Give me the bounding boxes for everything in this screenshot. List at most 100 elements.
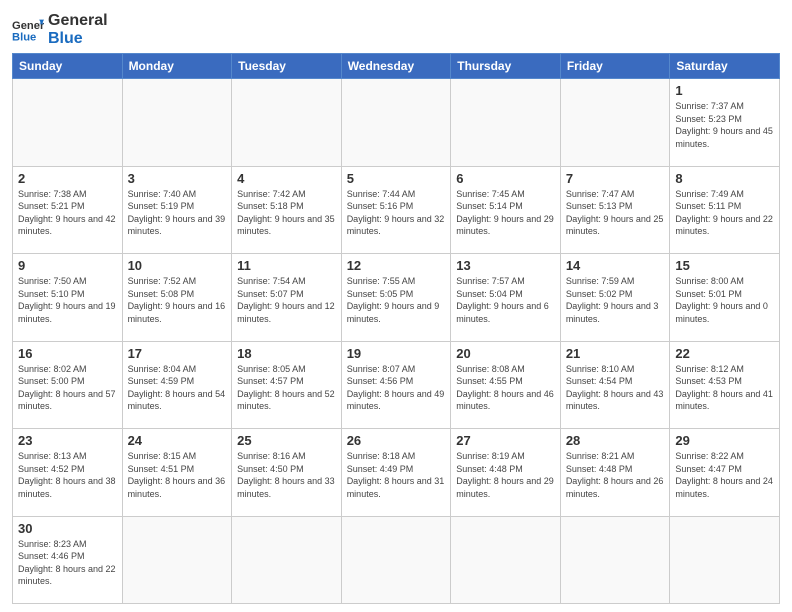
calendar-cell: 27 Sunrise: 8:19 AM Sunset: 4:48 PM Dayli…	[451, 429, 561, 516]
calendar-cell: 9 Sunrise: 7:50 AM Sunset: 5:10 PM Daylig…	[13, 254, 123, 341]
day-info: Sunrise: 7:50 AM Sunset: 5:10 PM Dayligh…	[18, 275, 117, 325]
day-info: Sunrise: 8:19 AM Sunset: 4:48 PM Dayligh…	[456, 450, 555, 500]
calendar-cell: 7 Sunrise: 7:47 AM Sunset: 5:13 PM Daylig…	[560, 166, 670, 253]
day-info: Sunrise: 8:12 AM Sunset: 4:53 PM Dayligh…	[675, 363, 774, 413]
day-info: Sunrise: 8:15 AM Sunset: 4:51 PM Dayligh…	[128, 450, 227, 500]
day-info: Sunrise: 8:18 AM Sunset: 4:49 PM Dayligh…	[347, 450, 446, 500]
day-number: 20	[456, 346, 555, 361]
day-info: Sunrise: 8:16 AM Sunset: 4:50 PM Dayligh…	[237, 450, 336, 500]
day-info: Sunrise: 8:13 AM Sunset: 4:52 PM Dayligh…	[18, 450, 117, 500]
svg-text:General: General	[12, 20, 44, 32]
day-number: 1	[675, 83, 774, 98]
calendar-cell: 16Sunrise: 8:02 AM Sunset: 5:00 PM Dayli…	[13, 341, 123, 428]
weekday-header-row: SundayMondayTuesdayWednesdayThursdayFrid…	[13, 54, 780, 79]
day-info: Sunrise: 7:45 AM Sunset: 5:14 PM Dayligh…	[456, 188, 555, 238]
calendar-cell	[451, 516, 561, 603]
day-number: 17	[128, 346, 227, 361]
day-info: Sunrise: 8:07 AM Sunset: 4:56 PM Dayligh…	[347, 363, 446, 413]
day-info: Sunrise: 7:49 AM Sunset: 5:11 PM Dayligh…	[675, 188, 774, 238]
calendar-cell: 12 Sunrise: 7:55 AM Sunset: 5:05 PM Dayli…	[341, 254, 451, 341]
calendar-cell: 21 Sunrise: 8:10 AM Sunset: 4:54 PM Dayli…	[560, 341, 670, 428]
weekday-header-friday: Friday	[560, 54, 670, 79]
day-number: 10	[128, 258, 227, 273]
calendar-cell: 17 Sunrise: 8:04 AM Sunset: 4:59 PM Dayli…	[122, 341, 232, 428]
day-number: 8	[675, 171, 774, 186]
day-number: 2	[18, 171, 117, 186]
logo: General Blue General Blue	[12, 12, 108, 47]
calendar-cell: 26Sunrise: 8:18 AM Sunset: 4:49 PM Dayli…	[341, 429, 451, 516]
day-number: 15	[675, 258, 774, 273]
calendar-cell: 29Sunrise: 8:22 AM Sunset: 4:47 PM Dayli…	[670, 429, 780, 516]
calendar-cell: 19Sunrise: 8:07 AM Sunset: 4:56 PM Dayli…	[341, 341, 451, 428]
day-number: 7	[566, 171, 665, 186]
calendar-table: SundayMondayTuesdayWednesdayThursdayFrid…	[12, 53, 780, 604]
calendar-cell: 8 Sunrise: 7:49 AM Sunset: 5:11 PM Daylig…	[670, 166, 780, 253]
calendar-cell	[232, 79, 342, 166]
day-number: 22	[675, 346, 774, 361]
calendar-cell: 14 Sunrise: 7:59 AM Sunset: 5:02 PM Dayli…	[560, 254, 670, 341]
day-info: Sunrise: 7:42 AM Sunset: 5:18 PM Dayligh…	[237, 188, 336, 238]
calendar-row-1: 1Sunrise: 7:37 AM Sunset: 5:23 PM Daylig…	[13, 79, 780, 166]
calendar-cell: 1Sunrise: 7:37 AM Sunset: 5:23 PM Daylig…	[670, 79, 780, 166]
weekday-header-monday: Monday	[122, 54, 232, 79]
day-info: Sunrise: 7:52 AM Sunset: 5:08 PM Dayligh…	[128, 275, 227, 325]
weekday-header-thursday: Thursday	[451, 54, 561, 79]
calendar-row-6: 30 Sunrise: 8:23 AM Sunset: 4:46 PM Dayli…	[13, 516, 780, 603]
day-info: Sunrise: 7:54 AM Sunset: 5:07 PM Dayligh…	[237, 275, 336, 325]
calendar-row-2: 2 Sunrise: 7:38 AM Sunset: 5:21 PM Daylig…	[13, 166, 780, 253]
calendar-cell: 13Sunrise: 7:57 AM Sunset: 5:04 PM Dayli…	[451, 254, 561, 341]
calendar-cell	[122, 79, 232, 166]
day-number: 18	[237, 346, 336, 361]
day-number: 11	[237, 258, 336, 273]
calendar-row-5: 23Sunrise: 8:13 AM Sunset: 4:52 PM Dayli…	[13, 429, 780, 516]
calendar-cell	[341, 516, 451, 603]
day-info: Sunrise: 8:08 AM Sunset: 4:55 PM Dayligh…	[456, 363, 555, 413]
calendar-cell: 25 Sunrise: 8:16 AM Sunset: 4:50 PM Dayli…	[232, 429, 342, 516]
logo-icon: General Blue	[12, 16, 44, 44]
day-number: 28	[566, 433, 665, 448]
day-info: Sunrise: 8:10 AM Sunset: 4:54 PM Dayligh…	[566, 363, 665, 413]
calendar-cell: 30 Sunrise: 8:23 AM Sunset: 4:46 PM Dayli…	[13, 516, 123, 603]
calendar-cell	[232, 516, 342, 603]
day-info: Sunrise: 7:47 AM Sunset: 5:13 PM Dayligh…	[566, 188, 665, 238]
day-info: Sunrise: 8:05 AM Sunset: 4:57 PM Dayligh…	[237, 363, 336, 413]
day-number: 21	[566, 346, 665, 361]
calendar-cell	[122, 516, 232, 603]
day-info: Sunrise: 8:04 AM Sunset: 4:59 PM Dayligh…	[128, 363, 227, 413]
day-info: Sunrise: 7:57 AM Sunset: 5:04 PM Dayligh…	[456, 275, 555, 325]
day-number: 9	[18, 258, 117, 273]
calendar-cell: 20 Sunrise: 8:08 AM Sunset: 4:55 PM Dayli…	[451, 341, 561, 428]
day-info: Sunrise: 8:02 AM Sunset: 5:00 PM Dayligh…	[18, 363, 117, 413]
day-info: Sunrise: 7:38 AM Sunset: 5:21 PM Dayligh…	[18, 188, 117, 238]
calendar-cell: 11 Sunrise: 7:54 AM Sunset: 5:07 PM Dayli…	[232, 254, 342, 341]
weekday-header-sunday: Sunday	[13, 54, 123, 79]
day-number: 5	[347, 171, 446, 186]
logo-blue-text: Blue	[48, 30, 108, 48]
day-number: 25	[237, 433, 336, 448]
day-info: Sunrise: 7:59 AM Sunset: 5:02 PM Dayligh…	[566, 275, 665, 325]
calendar-cell: 24Sunrise: 8:15 AM Sunset: 4:51 PM Dayli…	[122, 429, 232, 516]
calendar-cell	[341, 79, 451, 166]
calendar-cell: 22 Sunrise: 8:12 AM Sunset: 4:53 PM Dayli…	[670, 341, 780, 428]
page: General Blue General Blue SundayMondayTu…	[0, 0, 792, 612]
day-info: Sunrise: 8:00 AM Sunset: 5:01 PM Dayligh…	[675, 275, 774, 325]
calendar-cell	[560, 79, 670, 166]
calendar-cell	[560, 516, 670, 603]
calendar-cell: 2 Sunrise: 7:38 AM Sunset: 5:21 PM Daylig…	[13, 166, 123, 253]
calendar-cell	[670, 516, 780, 603]
calendar-cell: 10 Sunrise: 7:52 AM Sunset: 5:08 PM Dayli…	[122, 254, 232, 341]
day-info: Sunrise: 8:23 AM Sunset: 4:46 PM Dayligh…	[18, 538, 117, 588]
calendar-cell: 4Sunrise: 7:42 AM Sunset: 5:18 PM Daylig…	[232, 166, 342, 253]
calendar-cell: 5Sunrise: 7:44 AM Sunset: 5:16 PM Daylig…	[341, 166, 451, 253]
day-number: 27	[456, 433, 555, 448]
calendar-row-3: 9 Sunrise: 7:50 AM Sunset: 5:10 PM Daylig…	[13, 254, 780, 341]
day-info: Sunrise: 7:40 AM Sunset: 5:19 PM Dayligh…	[128, 188, 227, 238]
logo-general-text: General	[48, 12, 108, 30]
day-number: 14	[566, 258, 665, 273]
day-number: 30	[18, 521, 117, 536]
day-number: 12	[347, 258, 446, 273]
day-info: Sunrise: 8:22 AM Sunset: 4:47 PM Dayligh…	[675, 450, 774, 500]
calendar-cell	[451, 79, 561, 166]
day-info: Sunrise: 8:21 AM Sunset: 4:48 PM Dayligh…	[566, 450, 665, 500]
day-info: Sunrise: 7:55 AM Sunset: 5:05 PM Dayligh…	[347, 275, 446, 325]
